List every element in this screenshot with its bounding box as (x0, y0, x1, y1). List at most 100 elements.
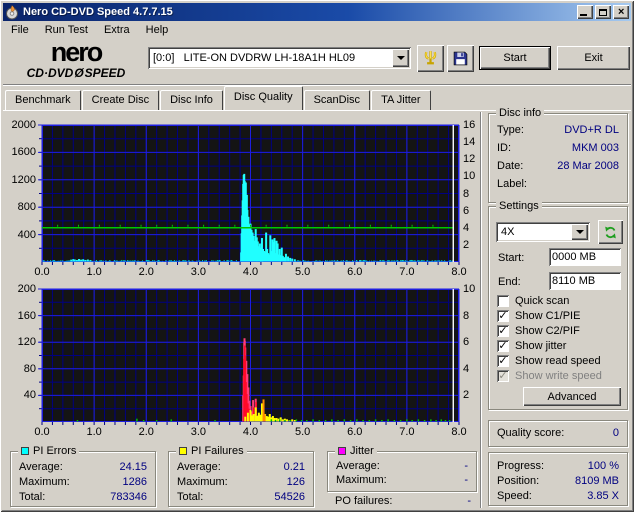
y-axis-left-tick: 40 (0, 389, 36, 401)
y-axis-right-tick: 16 (463, 119, 475, 131)
start-position-input[interactable] (549, 248, 621, 266)
save-button[interactable] (447, 45, 474, 72)
y-axis-left-tick: 80 (0, 363, 36, 375)
menu-help[interactable]: Help (138, 22, 177, 38)
cddvdspeed-logo-text: CD·DVDØSPEED (12, 67, 140, 79)
tab-create-disc[interactable]: Create Disc (82, 90, 159, 110)
scan-speed-value: 4X (496, 226, 571, 238)
drive-selector[interactable]: [0:0] LITE-ON DVDRW LH-18A1H HL09 (148, 47, 411, 69)
x-axis-tick: 4.0 (237, 426, 265, 438)
po-failures-label: PO failures: (335, 495, 392, 507)
jitter-maximum: - (464, 474, 468, 487)
checkbox-show-jitter[interactable]: ✓Show jitter (497, 339, 566, 353)
refresh-button[interactable] (598, 220, 623, 244)
drive-selector-dropdown-button[interactable] (392, 49, 409, 67)
disc-type-value: DVD+R DL (564, 124, 619, 137)
tab-disc-quality[interactable]: Disc Quality (224, 86, 303, 110)
checkbox-show-read-speed[interactable]: ✓Show read speed (497, 354, 601, 368)
disc-id-value: MKM 003 (572, 142, 619, 155)
y-axis-right-tick: 6 (463, 336, 469, 348)
menu-file[interactable]: File (3, 22, 37, 38)
advanced-button[interactable]: Advanced (523, 387, 621, 406)
y-axis-left-tick: 1600 (0, 146, 36, 158)
close-button[interactable]: × (613, 5, 629, 19)
pif-total: 54526 (274, 491, 305, 504)
menu-run-test[interactable]: Run Test (37, 22, 96, 38)
pie-average: 24.15 (119, 461, 147, 474)
checkbox-icon: ✓ (497, 340, 509, 352)
checkbox-icon (497, 295, 509, 307)
start-field-label: Start: (498, 252, 524, 265)
pie-total: 783346 (110, 491, 147, 504)
x-axis-tick: 7.0 (393, 426, 421, 438)
y-axis-left-tick: 160 (0, 310, 36, 322)
menu-extra[interactable]: Extra (96, 22, 138, 38)
app-icon (5, 5, 19, 20)
pi-failures-stats-title: PI Failures (176, 445, 247, 457)
y-axis-right-tick: 10 (463, 170, 475, 182)
y-axis-left-tick: 200 (0, 283, 36, 295)
close-icon: × (618, 7, 624, 17)
checkbox-quick-scan[interactable]: Quick scan (497, 294, 569, 308)
y-axis-right-tick: 10 (463, 283, 475, 295)
progress-row: Progress:100 % (497, 460, 619, 473)
chevron-down-icon (397, 56, 405, 60)
tab-scandisc[interactable]: ScanDisc (304, 90, 370, 110)
y-axis-right-tick: 12 (463, 153, 475, 165)
checkbox-icon: ✓ (497, 310, 509, 322)
end-position-input[interactable] (549, 272, 621, 290)
window-title: Nero CD-DVD Speed 4.7.7.15 (23, 6, 173, 18)
drive-selector-value: [0:0] LITE-ON DVDRW LH-18A1H HL09 (148, 52, 392, 64)
checkbox-icon: ✓ (497, 355, 509, 367)
tab-benchmark[interactable]: Benchmark (5, 90, 81, 110)
disc-info-title: Disc info (496, 107, 544, 119)
pi-errors-stats-title: PI Errors (18, 445, 79, 457)
y-axis-right-tick: 2 (463, 389, 469, 401)
start-button[interactable]: Start (479, 46, 551, 70)
refresh-icon (603, 225, 618, 240)
quality-score-value: 0 (613, 427, 619, 440)
checkbox-show-c2-pif[interactable]: ✓Show C2/PIF (497, 324, 580, 338)
scan-speed-dropdown-button[interactable] (571, 224, 588, 240)
scan-speed-select[interactable]: 4X (496, 222, 590, 242)
exit-button[interactable]: Exit (557, 46, 630, 70)
chevron-down-icon (576, 230, 584, 234)
title-bar[interactable]: Nero CD-DVD Speed 4.7.7.15 × (3, 3, 631, 21)
maximize-button[interactable] (595, 5, 611, 19)
pi-errors-plot (42, 125, 459, 262)
x-axis-tick: 6.0 (341, 426, 369, 438)
pie-maximum: 1286 (123, 476, 147, 489)
quality-score-label: Quality score: (497, 427, 564, 440)
minimize-button[interactable] (577, 5, 593, 19)
pie-color-swatch (21, 447, 29, 455)
nero-logo-text: nero (12, 39, 140, 66)
tab-ta-jitter[interactable]: TA Jitter (371, 90, 431, 110)
progress-value: 100 % (588, 460, 619, 473)
pif-maximum: 126 (287, 476, 305, 489)
pi-failures-stats-group: PI Failures Average:0.21 Maximum:126 Tot… (168, 451, 314, 507)
x-axis-tick: 0.0 (28, 426, 56, 438)
checkbox-show-c1-pie[interactable]: ✓Show C1/PIE (497, 309, 580, 323)
y-axis-left-tick: 400 (0, 229, 36, 241)
po-failures-value: - (467, 495, 471, 507)
speed-value: 3.85 X (587, 490, 619, 503)
y-axis-right-tick: 8 (463, 188, 469, 200)
x-axis-tick: 1.0 (80, 426, 108, 438)
y-axis-right-tick: 6 (463, 205, 469, 217)
checkbox-icon: ✓ (497, 370, 509, 382)
options-button[interactable] (417, 45, 444, 72)
disc-type-row: Type:DVD+R DL (497, 124, 619, 137)
speed-row: Speed:3.85 X (497, 490, 619, 503)
y-axis-right-tick: 14 (463, 136, 475, 148)
tab-disc-info[interactable]: Disc Info (160, 90, 223, 110)
y-axis-left-tick: 1200 (0, 174, 36, 186)
progress-group: Progress:100 % Position:8109 MB Speed:3.… (488, 452, 628, 506)
pi-errors-chart: 2000160012008004001614121086420.01.02.03… (0, 113, 481, 277)
pif-average: 0.21 (284, 461, 305, 474)
po-failures-row: PO failures: - (335, 495, 471, 507)
toolbar-separator (3, 84, 631, 86)
y-axis-left-tick: 2000 (0, 119, 36, 131)
pi-failures-plot (42, 289, 459, 422)
disc-date-row: Date:28 Mar 2008 (497, 160, 619, 173)
minimize-icon (580, 14, 587, 16)
